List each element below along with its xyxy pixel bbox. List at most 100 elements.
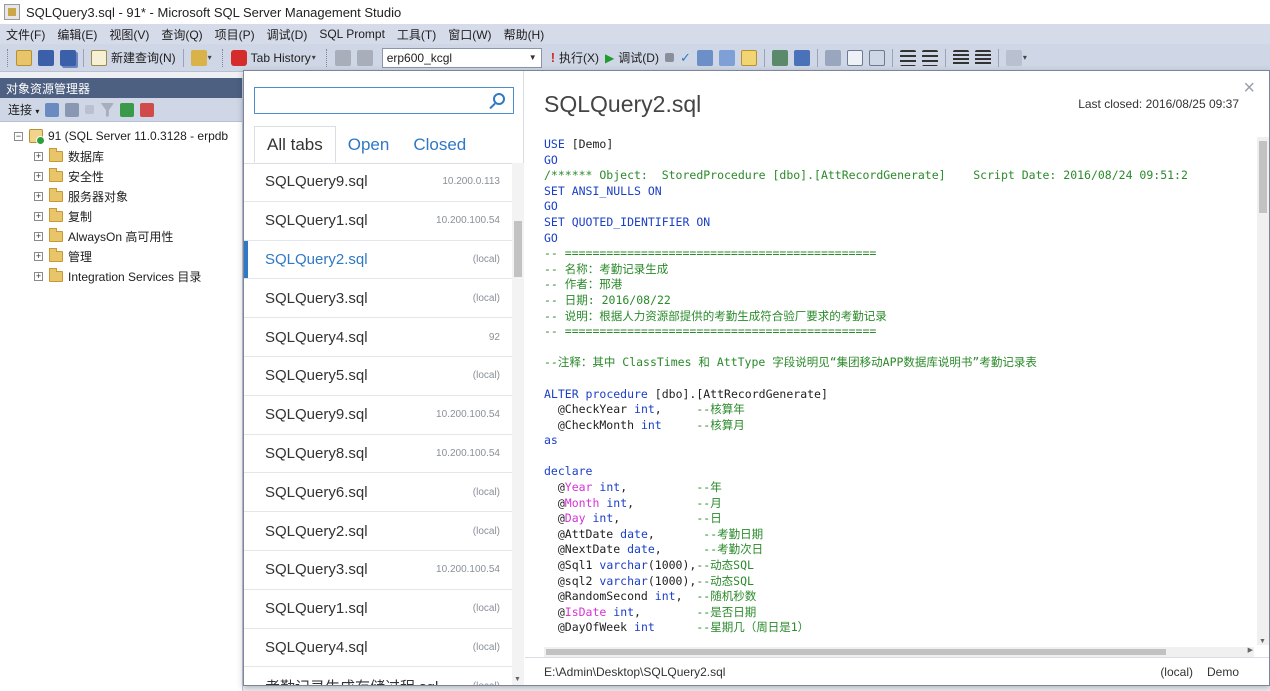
history-item[interactable]: 考勤记录生成存储过程.sql (local)	[244, 667, 512, 685]
results-file-button[interactable]	[866, 47, 888, 69]
history-item[interactable]: SQLQuery1.sql 10.200.100.54	[244, 202, 512, 241]
tree-node-databases[interactable]: + 数据库	[0, 146, 242, 166]
display-plan-button[interactable]	[694, 47, 716, 69]
history-item[interactable]: SQLQuery2.sql (local)	[244, 240, 512, 280]
expand-icon[interactable]: +	[34, 231, 43, 241]
toolbar-grip[interactable]	[325, 48, 329, 67]
open-file-button[interactable]	[13, 47, 35, 69]
menu-window[interactable]: 窗口(W)	[442, 26, 497, 43]
menu-help[interactable]: 帮助(H)	[498, 26, 551, 43]
query-options-button[interactable]	[716, 47, 738, 69]
history-item[interactable]: SQLQuery2.sql (local)	[244, 512, 512, 551]
filter-icon[interactable]	[100, 102, 115, 117]
execute-button[interactable]: ! 执行(X)	[548, 47, 602, 69]
scrollbar-thumb[interactable]	[1259, 141, 1267, 213]
menu-edit[interactable]: 编辑(E)	[51, 26, 103, 43]
menu-file[interactable]: 文件(F)	[0, 26, 51, 43]
toolbar-grip[interactable]	[7, 48, 10, 67]
scroll-right-icon[interactable]: ▶	[1248, 646, 1253, 654]
history-item[interactable]: SQLQuery4.sql (local)	[244, 629, 512, 668]
uncomment-button[interactable]	[919, 47, 941, 69]
expand-icon[interactable]: +	[34, 191, 43, 201]
menu-sql-prompt[interactable]: SQL Prompt	[313, 27, 391, 41]
expand-icon[interactable]: +	[34, 151, 43, 161]
history-list-scrollbar[interactable]: ▼	[512, 163, 524, 685]
history-item[interactable]: SQLQuery5.sql (local)	[244, 357, 512, 396]
tree-node-management[interactable]: + 管理	[0, 246, 242, 266]
tab-open[interactable]: Open	[336, 126, 402, 163]
tab-all-tabs[interactable]: All tabs	[254, 126, 336, 163]
tree-node-integration-services[interactable]: + Integration Services 目录	[0, 266, 242, 286]
play-icon: ▶	[605, 50, 615, 65]
activity-button[interactable]: ▾	[188, 47, 219, 69]
code-token: -- 日期: 2016/08/22	[544, 292, 671, 307]
menu-query[interactable]: 查询(Q)	[155, 26, 208, 43]
history-item[interactable]: SQLQuery4.sql 92	[244, 318, 512, 357]
comment-button[interactable]	[897, 47, 919, 69]
chevron-down-icon[interactable]: ▾	[208, 53, 216, 62]
menu-project[interactable]: 项目(P)	[209, 26, 261, 43]
new-query-button[interactable]: 新建查询(N)	[88, 47, 179, 69]
code-line: @sql2 varchar(1000),--动态SQL	[544, 574, 1244, 590]
tree-node-replication[interactable]: + 复制	[0, 206, 242, 226]
menu-view[interactable]: 视图(V)	[103, 26, 155, 43]
disconnect-icon[interactable]	[65, 102, 80, 117]
history-item[interactable]: SQLQuery3.sql (local)	[244, 279, 512, 319]
parse-button[interactable]: ✓	[677, 47, 694, 69]
activity-monitor-icon[interactable]	[140, 102, 155, 117]
expand-icon[interactable]: +	[34, 171, 43, 181]
refresh-icon[interactable]	[120, 102, 135, 117]
toolbar-grip[interactable]	[221, 48, 225, 67]
expand-icon[interactable]: +	[34, 271, 43, 281]
code-preview[interactable]: USE [Demo] GO/****** Object: StoredProced…	[544, 137, 1244, 651]
close-icon[interactable]: ×	[1243, 77, 1255, 100]
tree-node-alwayson[interactable]: + AlwaysOn 高可用性	[0, 226, 242, 246]
results-text-button[interactable]	[822, 47, 844, 69]
scroll-down-icon[interactable]: ▼	[1259, 638, 1266, 645]
search-box[interactable]	[254, 87, 514, 114]
scrollbar-thumb[interactable]	[514, 221, 522, 277]
expand-icon[interactable]: +	[34, 211, 43, 221]
save-button[interactable]	[35, 47, 57, 69]
tab-closed[interactable]: Closed	[401, 126, 478, 163]
code-token: GO	[544, 199, 558, 214]
scrollbar-thumb[interactable]	[546, 649, 1166, 655]
code-vertical-scrollbar[interactable]: ▼	[1257, 137, 1269, 645]
chevron-down-icon[interactable]: ▾	[1023, 53, 1031, 62]
save-all-button[interactable]	[57, 47, 79, 69]
decrease-indent-button[interactable]	[950, 47, 972, 69]
connect-dropdown[interactable]: 连接 ▾	[8, 101, 39, 118]
specify-values-button[interactable]: ▾	[1003, 47, 1034, 69]
search-input[interactable]	[255, 88, 475, 113]
results-grid-button[interactable]	[844, 47, 866, 69]
search-icon[interactable]	[493, 93, 505, 105]
code-horizontal-scrollbar[interactable]: ▶	[544, 647, 1254, 657]
scroll-down-icon[interactable]: ▼	[514, 676, 521, 683]
client-stats-button[interactable]	[791, 47, 813, 69]
tree-node-server-objects[interactable]: + 服务器对象	[0, 186, 242, 206]
stop-icon[interactable]	[85, 105, 95, 114]
history-item[interactable]: SQLQuery1.sql (local)	[244, 590, 512, 629]
connect-query-button[interactable]	[332, 47, 354, 69]
menu-tools[interactable]: 工具(T)	[391, 26, 442, 43]
tab-history-button[interactable]: Tab History ▾	[228, 47, 323, 69]
menu-debug[interactable]: 调试(D)	[261, 26, 314, 43]
tree-node-server[interactable]: − 91 (SQL Server 11.0.3128 - erpdb	[0, 126, 242, 146]
history-item[interactable]: SQLQuery6.sql (local)	[244, 473, 512, 513]
cancel-query-button[interactable]	[662, 47, 677, 69]
history-item[interactable]: SQLQuery8.sql 10.200.100.54	[244, 435, 512, 474]
intellisense-button[interactable]	[738, 47, 760, 69]
chevron-down-icon[interactable]: ▾	[312, 53, 320, 62]
debug-button[interactable]: ▶ 调试(D)	[602, 47, 662, 69]
expand-icon[interactable]: +	[34, 251, 43, 261]
database-select[interactable]: erp600_kcgl ▼	[381, 47, 542, 68]
history-item[interactable]: SQLQuery9.sql 10.200.100.54	[244, 396, 512, 435]
tree-node-security[interactable]: + 安全性	[0, 166, 242, 186]
history-item[interactable]: SQLQuery9.sql 10.200.0.113	[244, 163, 512, 202]
increase-indent-button[interactable]	[972, 47, 994, 69]
include-plan-button[interactable]	[769, 47, 791, 69]
connect-server-icon[interactable]	[45, 102, 60, 117]
history-item[interactable]: SQLQuery3.sql 10.200.100.54	[244, 551, 512, 590]
collapse-icon[interactable]: −	[14, 131, 23, 141]
change-connection-button[interactable]	[354, 47, 376, 69]
